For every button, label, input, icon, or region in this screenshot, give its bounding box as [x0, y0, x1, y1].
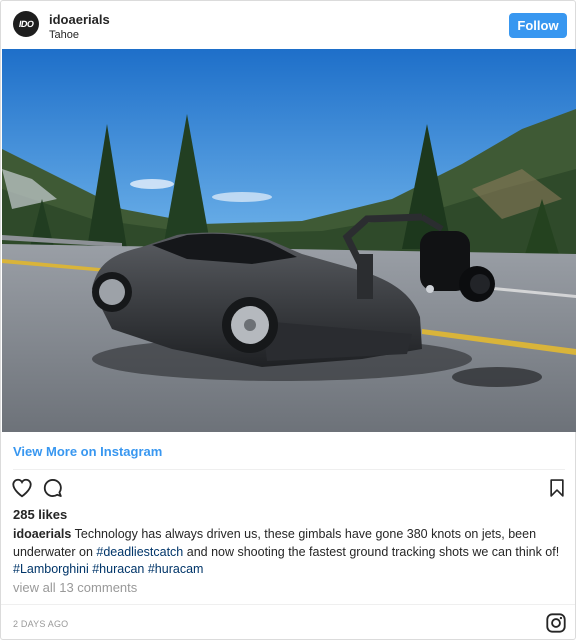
post-photo[interactable] [2, 49, 576, 432]
car-photo-image [2, 49, 576, 432]
view-more-on-instagram-link[interactable]: View More on Instagram [13, 444, 162, 459]
avatar[interactable]: IDO [13, 11, 39, 37]
bookmark-icon[interactable] [547, 478, 567, 498]
hashtag-lamborghini[interactable]: #Lamborghini [13, 562, 89, 576]
view-all-comments-link[interactable]: view all 13 comments [13, 580, 137, 595]
follow-button[interactable]: Follow [509, 13, 567, 38]
heart-icon[interactable] [11, 477, 33, 499]
post-timestamp[interactable]: 2 DAYS AGO [13, 619, 68, 629]
avatar-logo-text: IDO [17, 19, 35, 29]
hashtag-huracan[interactable]: #huracan [92, 562, 144, 576]
hashtag-huracam[interactable]: #huracam [148, 562, 204, 576]
instagram-embed-card: IDO idoaerials Tahoe Follow View More on… [0, 0, 576, 640]
caption-text: and now shooting the fastest ground trac… [183, 544, 560, 559]
comment-icon[interactable] [42, 477, 64, 499]
instagram-logo-icon[interactable] [545, 612, 567, 634]
hashtag-deadliestcatch[interactable]: #deadliestcatch [96, 545, 183, 559]
username-link[interactable]: idoaerials [49, 12, 110, 27]
location-link[interactable]: Tahoe [49, 29, 79, 41]
post-header: IDO idoaerials Tahoe Follow [1, 1, 575, 49]
divider [13, 469, 565, 470]
likes-count[interactable]: 285 likes [13, 507, 67, 522]
caption-username[interactable]: idoaerials [13, 527, 71, 541]
divider [1, 604, 575, 605]
post-caption: idoaerials Technology has always driven … [13, 526, 563, 579]
